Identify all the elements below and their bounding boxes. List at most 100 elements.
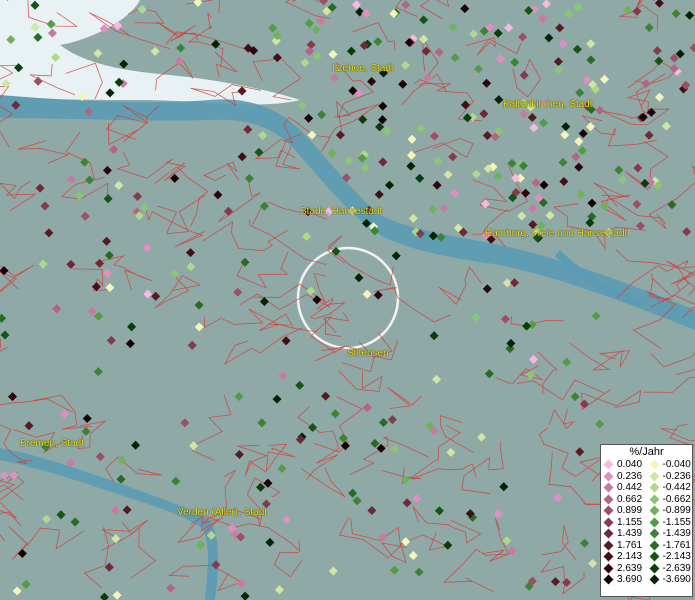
measurement-point[interactable] bbox=[450, 188, 460, 198]
measurement-point[interactable] bbox=[591, 311, 601, 321]
measurement-point[interactable] bbox=[132, 191, 143, 201]
measurement-point[interactable] bbox=[223, 206, 233, 216]
measurement-point[interactable] bbox=[527, 112, 537, 123]
measurement-point[interactable] bbox=[362, 403, 372, 413]
measurement-point[interactable] bbox=[585, 122, 596, 132]
measurement-point[interactable] bbox=[265, 537, 275, 547]
measurement-point[interactable] bbox=[297, 100, 307, 110]
measurement-point[interactable] bbox=[391, 251, 401, 261]
measurement-point[interactable] bbox=[213, 190, 223, 200]
measurement-point[interactable] bbox=[93, 367, 103, 377]
measurement-point[interactable] bbox=[528, 354, 539, 364]
measurement-point[interactable] bbox=[17, 548, 27, 559]
measurement-point[interactable] bbox=[443, 540, 453, 550]
measurement-point[interactable] bbox=[313, 51, 323, 61]
measurement-point[interactable] bbox=[361, 163, 371, 173]
measurement-point[interactable] bbox=[661, 121, 671, 131]
measurement-point[interactable] bbox=[575, 447, 585, 457]
measurement-point[interactable] bbox=[448, 152, 458, 162]
measurement-point[interactable] bbox=[102, 268, 112, 279]
measurement-point[interactable] bbox=[387, 415, 397, 425]
measurement-point[interactable] bbox=[59, 409, 69, 419]
measurement-point[interactable] bbox=[553, 57, 563, 67]
measurement-point[interactable] bbox=[9, 470, 19, 480]
measurement-point[interactable] bbox=[82, 413, 92, 424]
measurement-point[interactable] bbox=[618, 175, 628, 185]
measurement-point[interactable] bbox=[109, 144, 119, 155]
measurement-point[interactable] bbox=[367, 76, 377, 87]
measurement-point[interactable] bbox=[654, 0, 664, 8]
measurement-point[interactable] bbox=[545, 210, 555, 220]
measurement-point[interactable] bbox=[304, 18, 314, 28]
map-view[interactable]: Itzehoe, Stadt Kaltenkirchen, Stadt Stad… bbox=[0, 0, 695, 600]
measurement-point[interactable] bbox=[295, 380, 305, 390]
measurement-point[interactable] bbox=[234, 449, 244, 460]
measurement-point[interactable] bbox=[194, 322, 204, 332]
measurement-point[interactable] bbox=[354, 273, 364, 283]
measurement-point[interactable] bbox=[573, 2, 583, 12]
measurement-point[interactable] bbox=[595, 105, 605, 115]
measurement-point[interactable] bbox=[578, 128, 588, 139]
measurement-point[interactable] bbox=[482, 130, 492, 141]
measurement-point[interactable] bbox=[414, 567, 424, 577]
measurement-point[interactable] bbox=[408, 550, 418, 561]
measurement-point[interactable] bbox=[99, 592, 109, 600]
measurement-point[interactable] bbox=[448, 22, 458, 32]
measurement-point[interactable] bbox=[367, 505, 377, 516]
measurement-point[interactable] bbox=[446, 447, 456, 457]
measurement-point[interactable] bbox=[632, 6, 642, 16]
measurement-point[interactable] bbox=[641, 79, 651, 89]
measurement-point[interactable] bbox=[531, 178, 541, 188]
measurement-point[interactable] bbox=[574, 162, 584, 172]
measurement-point[interactable] bbox=[389, 565, 400, 575]
measurement-point[interactable] bbox=[335, 130, 345, 140]
measurement-point[interactable] bbox=[103, 194, 113, 204]
measurement-point[interactable] bbox=[685, 10, 695, 20]
measurement-point[interactable] bbox=[42, 514, 52, 524]
measurement-point[interactable] bbox=[632, 199, 642, 209]
measurement-point[interactable] bbox=[44, 228, 54, 238]
measurement-point[interactable] bbox=[689, 43, 695, 53]
measurement-point[interactable] bbox=[571, 152, 581, 162]
measurement-point[interactable] bbox=[562, 357, 572, 367]
measurement-point[interactable] bbox=[300, 58, 310, 68]
measurement-point[interactable] bbox=[272, 53, 282, 63]
measurement-point[interactable] bbox=[518, 32, 528, 42]
measurement-point[interactable] bbox=[495, 54, 506, 64]
measurement-point[interactable] bbox=[407, 134, 417, 144]
measurement-point[interactable] bbox=[493, 28, 503, 38]
measurement-point[interactable] bbox=[272, 394, 282, 404]
measurement-point[interactable] bbox=[576, 190, 586, 200]
measurement-point[interactable] bbox=[281, 515, 292, 525]
measurement-point[interactable] bbox=[521, 188, 531, 198]
measurement-point[interactable] bbox=[274, 585, 284, 595]
measurement-point[interactable] bbox=[81, 426, 91, 436]
measurement-point[interactable] bbox=[362, 289, 372, 299]
measurement-point[interactable] bbox=[304, 113, 314, 123]
measurement-point[interactable] bbox=[450, 53, 460, 63]
measurement-point[interactable] bbox=[473, 64, 484, 74]
measurement-point[interactable] bbox=[12, 586, 22, 596]
measurement-point[interactable] bbox=[544, 33, 554, 43]
measurement-point[interactable] bbox=[640, 178, 650, 188]
measurement-point[interactable] bbox=[654, 56, 664, 66]
measurement-point[interactable] bbox=[35, 183, 45, 193]
measurement-point[interactable] bbox=[614, 165, 624, 175]
measurement-point[interactable] bbox=[398, 79, 408, 89]
measurement-point[interactable] bbox=[402, 498, 412, 508]
measurement-point[interactable] bbox=[40, 201, 50, 211]
measurement-point[interactable] bbox=[595, 419, 605, 429]
measurement-point[interactable] bbox=[85, 175, 95, 185]
measurement-point[interactable] bbox=[401, 537, 411, 547]
measurement-point[interactable] bbox=[469, 29, 479, 39]
measurement-point[interactable] bbox=[0, 313, 7, 323]
measurement-point[interactable] bbox=[66, 174, 76, 184]
measurement-point[interactable] bbox=[302, 231, 312, 242]
measurement-point[interactable] bbox=[433, 156, 443, 166]
measurement-point[interactable] bbox=[94, 311, 104, 321]
measurement-point[interactable] bbox=[429, 131, 440, 141]
measurement-point[interactable] bbox=[667, 200, 677, 210]
measurement-point[interactable] bbox=[102, 165, 112, 175]
measurement-point[interactable] bbox=[193, 0, 203, 7]
measurement-point[interactable] bbox=[317, 110, 327, 120]
